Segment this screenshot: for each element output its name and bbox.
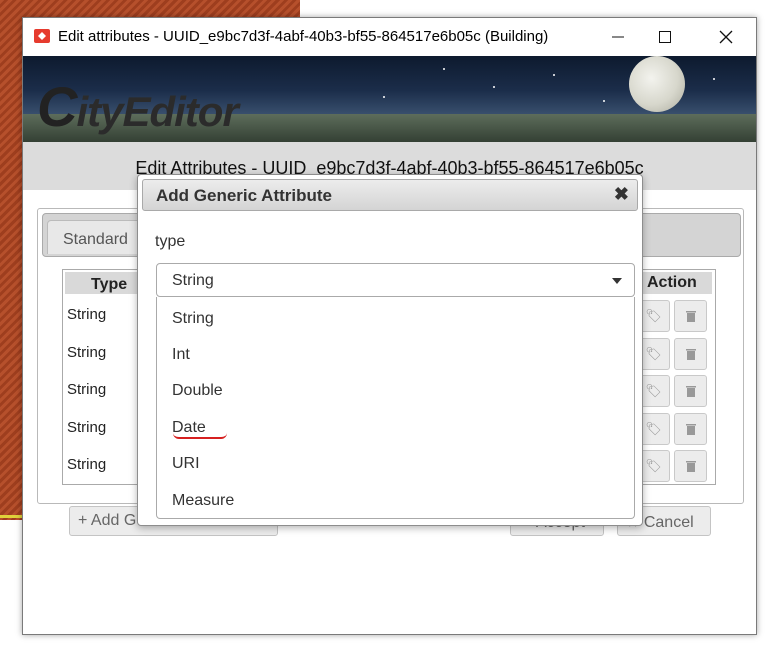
dialog-title: Add Generic Attribute xyxy=(156,186,332,205)
trash-icon xyxy=(685,348,696,360)
star xyxy=(383,96,385,98)
dialog-close-icon[interactable]: ✖ xyxy=(614,184,629,205)
delete-button[interactable] xyxy=(674,413,707,445)
star xyxy=(713,78,715,80)
cityeditor-banner: CityEditor xyxy=(23,56,756,142)
type-label: type xyxy=(155,233,186,250)
star xyxy=(603,100,605,102)
tag-icon: 🏷 xyxy=(645,458,662,473)
column-header-action: Action xyxy=(638,272,712,294)
type-dropdown-list: String Int Double Date URI Measure xyxy=(156,297,635,519)
trash-icon xyxy=(685,460,696,472)
type-select[interactable]: String xyxy=(156,263,635,297)
delete-button[interactable] xyxy=(674,375,707,407)
maximize-button[interactable] xyxy=(642,18,688,56)
close-icon xyxy=(719,30,733,44)
table-row-type: String xyxy=(67,306,107,323)
background-edge xyxy=(0,515,22,518)
star xyxy=(493,86,495,88)
option-double[interactable]: Double xyxy=(172,382,223,400)
minimize-icon xyxy=(612,36,624,38)
trash-icon xyxy=(685,310,696,322)
trash-icon xyxy=(685,423,696,435)
tab-standard[interactable]: Standard xyxy=(47,220,143,254)
option-uri[interactable]: URI xyxy=(172,455,200,473)
option-int[interactable]: Int xyxy=(172,346,190,364)
tag-icon: 🏷 xyxy=(645,308,662,323)
option-string[interactable]: String xyxy=(172,310,214,328)
close-button[interactable] xyxy=(703,18,749,56)
delete-button[interactable] xyxy=(674,300,707,332)
tag-icon: 🏷 xyxy=(645,346,662,361)
type-select-value: String xyxy=(172,272,214,289)
column-header-type: Type xyxy=(65,272,145,294)
delete-button[interactable] xyxy=(674,450,707,482)
option-measure[interactable]: Measure xyxy=(172,492,234,510)
sketchup-app-icon xyxy=(34,29,50,43)
moon-image xyxy=(629,56,685,112)
window-title: Edit attributes - UUID_e9bc7d3f-4abf-40b… xyxy=(58,28,549,45)
table-row-type: String xyxy=(67,381,107,398)
background-plane-right xyxy=(755,0,783,658)
tag-icon: 🏷 xyxy=(645,421,662,436)
chevron-down-icon xyxy=(612,278,622,284)
add-generic-attribute-dialog: Add Generic Attribute ✖ type String Stri… xyxy=(137,174,643,526)
table-row-type: String xyxy=(67,419,107,436)
star xyxy=(553,74,555,76)
cityeditor-logo: CityEditor xyxy=(37,75,239,138)
red-underline-annotation xyxy=(173,433,227,439)
maximize-icon xyxy=(659,31,671,43)
tag-icon: 🏷 xyxy=(645,383,662,398)
delete-button[interactable] xyxy=(674,338,707,370)
table-row-type: String xyxy=(67,456,107,473)
trash-icon xyxy=(685,385,696,397)
title-bar[interactable]: Edit attributes - UUID_e9bc7d3f-4abf-40b… xyxy=(23,18,756,56)
dialog-header[interactable]: Add Generic Attribute ✖ xyxy=(142,179,638,211)
minimize-button[interactable] xyxy=(595,18,641,56)
table-row-type: String xyxy=(67,344,107,361)
star xyxy=(443,68,445,70)
